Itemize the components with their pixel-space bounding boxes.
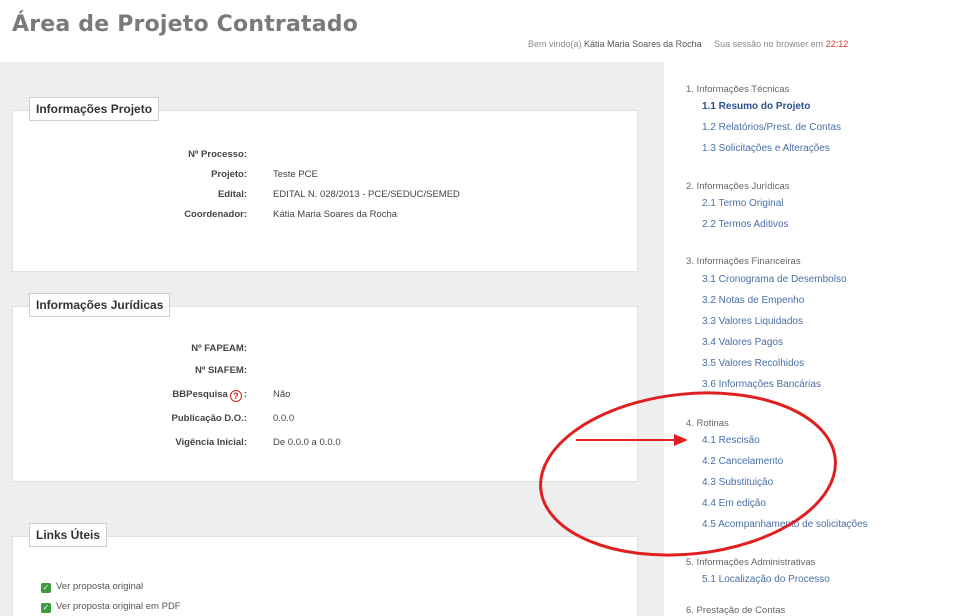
- sidebar-item-cronograma[interactable]: 3.1 Cronograma de Desembolso: [702, 274, 847, 285]
- link-proposta-pdf[interactable]: ✓ Ver proposta original em PDF: [41, 601, 181, 613]
- field-value-bbpesquisa: Não: [273, 389, 291, 400]
- project-info-title: Informações Projeto: [29, 97, 160, 121]
- sidebar-item-valores-recolhidos[interactable]: 3.5 Valores Recolhidos: [702, 358, 804, 369]
- useful-links-panel: Links Úteis ✓ Ver proposta original ✓ Ver …: [12, 523, 638, 616]
- field-label-processo: Nº Processo:: [188, 149, 247, 160]
- field-value-vigencia: De 0.0.0 a 0.0.0: [273, 437, 341, 448]
- field-label-fapeam: Nº FAPEAM:: [191, 343, 247, 354]
- field-label-coordenador: Coordenador:: [184, 209, 247, 220]
- sidebar-heading-administrativas: 5. Informações Administrativas: [686, 557, 816, 568]
- sidebar-item-solicitacoes[interactable]: 1.3 Solicitações e Alterações: [702, 143, 830, 154]
- sidebar-item-termos-aditivos[interactable]: 2.2 Termos Aditivos: [702, 219, 789, 230]
- page-title: Área de Projeto Contratado: [12, 12, 359, 37]
- field-label-projeto: Projeto:: [211, 169, 247, 180]
- sidebar-item-em-edicao[interactable]: 4.4 Em edição: [702, 498, 766, 509]
- sidebar-item-termo-original[interactable]: 2.1 Termo Original: [702, 198, 784, 209]
- field-label-publicacao: Publicação D.O.:: [171, 413, 248, 424]
- sidebar-item-valores-pagos[interactable]: 3.4 Valores Pagos: [702, 337, 783, 348]
- project-info-panel: Informações Projeto Nº Processo: Projeto…: [12, 97, 638, 272]
- useful-links-title: Links Úteis: [29, 523, 108, 547]
- sidebar-heading-financeiras: 3. Informações Financeiras: [686, 256, 801, 267]
- user-name: Kátia Maria Soares da Rocha: [584, 39, 702, 49]
- field-label-siafem: Nº SIAFEM:: [194, 365, 247, 376]
- sidebar-item-substituicao[interactable]: 4.3 Substituição: [702, 477, 773, 488]
- link-label: Ver proposta original em PDF: [56, 601, 181, 612]
- sidebar-heading-prestacao: 6. Prestação de Contas: [686, 605, 786, 616]
- sidebar-item-valores-liquidados[interactable]: 3.3 Valores Liquidados: [702, 316, 803, 327]
- sidebar-heading-juridicas: 2. Informações Jurídicas: [686, 181, 790, 192]
- field-value-publicacao: 0.0.0: [273, 413, 295, 424]
- check-icon: ✓: [41, 583, 51, 593]
- help-icon[interactable]: ?: [229, 390, 242, 402]
- legal-info-title: Informações Jurídicas: [29, 293, 171, 317]
- sidebar-heading-tecnicas: 1. Informações Técnicas: [686, 84, 790, 95]
- sidebar-item-resumo-projeto[interactable]: 1.1 Resumo do Projeto: [702, 101, 810, 112]
- sidebar-item-info-bancarias[interactable]: 3.6 Informações Bancárias: [702, 379, 821, 390]
- field-label-bbpesquisa: BBPesquisa?:: [172, 389, 247, 402]
- field-label-edital: Edital:: [217, 189, 247, 200]
- welcome-prefix: Bem vindo(a): [528, 39, 582, 49]
- check-icon: ✓: [41, 603, 51, 613]
- sidebar-item-localizacao[interactable]: 5.1 Localização do Processo: [702, 574, 830, 585]
- sidebar-item-acompanhamento[interactable]: 4.5 Acompanhamento de solicitações: [702, 519, 868, 530]
- legal-info-panel: Informações Jurídicas Nº FAPEAM: Nº SIAF…: [12, 293, 638, 482]
- sidebar-item-cancelamento[interactable]: 4.2 Cancelamento: [702, 456, 783, 467]
- field-value-edital: EDITAL N. 028/2013 - PCE/SEDUC/SEMED: [273, 189, 460, 200]
- link-label: Ver proposta original: [56, 581, 144, 592]
- field-label-vigencia: Vigência Inicial:: [175, 437, 247, 448]
- session-prefix: Sua sessão no browser em: [714, 39, 824, 49]
- field-value-coordenador: Kátia Maria Soares da Rocha: [273, 209, 398, 220]
- sidebar-item-rescisao[interactable]: 4.1 Rescisão: [702, 435, 760, 446]
- bbpesquisa-label-text: BBPesquisa: [172, 389, 228, 400]
- sidebar-heading-rotinas: 4. Rotinas: [686, 418, 729, 429]
- sidebar-item-notas-empenho[interactable]: 3.2 Notas de Empenho: [702, 295, 804, 306]
- link-proposta-original[interactable]: ✓ Ver proposta original: [41, 581, 143, 593]
- sidebar-item-relatorios[interactable]: 1.2 Relatórios/Prest. de Contas: [702, 122, 841, 133]
- welcome-bar: Bem vindo(a) Kátia Maria Soares da Rocha…: [528, 39, 848, 49]
- session-time: 22:12: [825, 39, 849, 49]
- field-value-projeto: Teste PCE: [273, 169, 318, 180]
